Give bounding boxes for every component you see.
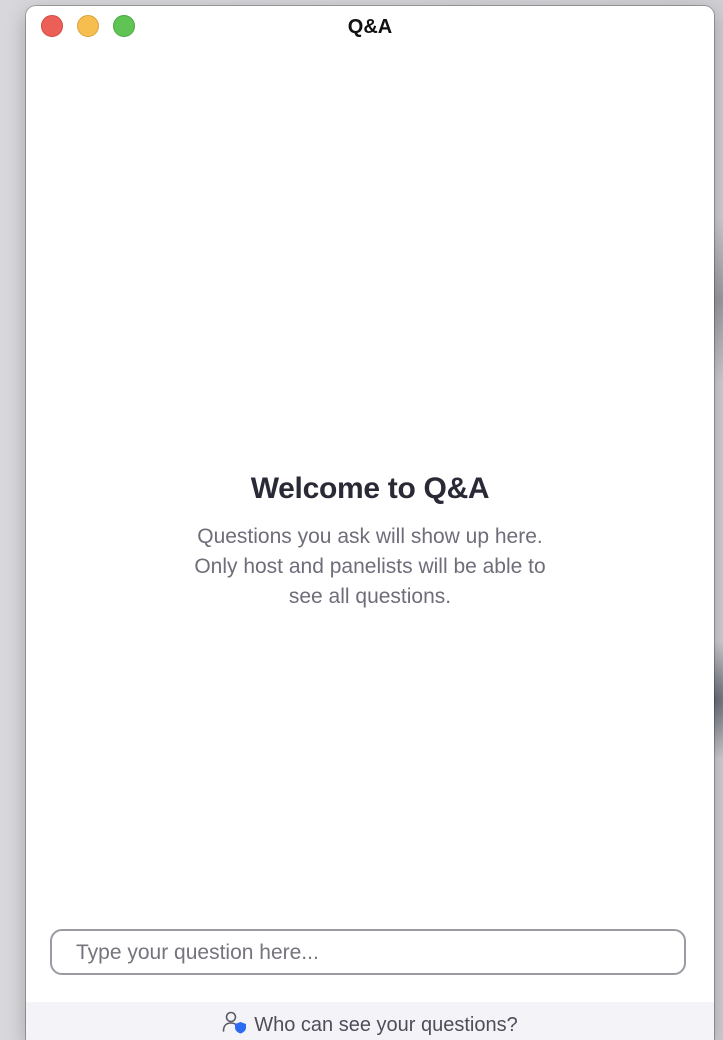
question-input-container[interactable] [50, 929, 686, 975]
qa-window: Q&A Welcome to Q&A Questions you ask wil… [26, 6, 714, 1040]
who-can-see-link[interactable]: Who can see your questions? [26, 1010, 714, 1040]
who-can-see-label: Who can see your questions? [254, 1014, 518, 1036]
footer-bar: Who can see your questions? [26, 1002, 714, 1040]
welcome-title: Welcome to Q&A [250, 472, 490, 505]
user-shield-icon [222, 1010, 248, 1040]
question-input[interactable] [74, 931, 668, 975]
welcome-panel: Welcome to Q&A Questions you ask will sh… [26, 472, 714, 612]
window-title: Q&A [347, 16, 393, 38]
welcome-description: Questions you ask will show up here. Onl… [194, 525, 546, 608]
title-bar[interactable]: Q&A [26, 6, 714, 46]
